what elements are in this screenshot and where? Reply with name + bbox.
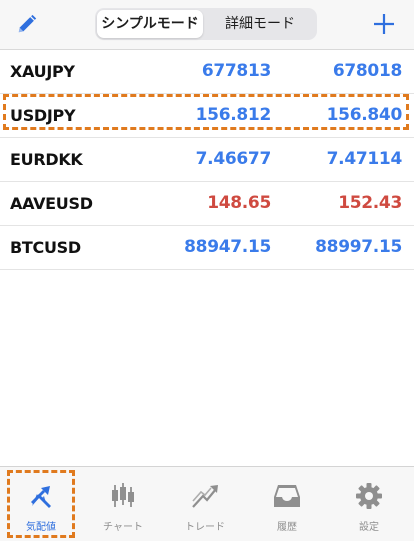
add-symbol-button[interactable]: [372, 12, 396, 36]
plus-icon: [374, 14, 394, 34]
history-icon: [274, 485, 300, 507]
quote-row-aaveusd[interactable]: AAVEUSD 148.65 152.43: [0, 182, 414, 226]
ask-price: 7.47114: [326, 149, 403, 169]
symbol-name: USDJPY: [10, 106, 76, 125]
tab-label: 履歴: [277, 522, 297, 533]
mode-segmented-control: シンプルモード 詳細モード: [95, 8, 317, 40]
gear-icon: [356, 483, 382, 509]
edit-button[interactable]: [16, 13, 38, 35]
bid-price: 156.812: [195, 105, 272, 125]
tab-label: 気配値: [26, 522, 56, 533]
symbol-name: XAUJPY: [10, 62, 75, 81]
simple-mode-tab[interactable]: シンプルモード: [97, 10, 203, 38]
ask-price: 156.840: [326, 105, 403, 125]
tab-settings[interactable]: 設定: [328, 467, 410, 541]
detail-mode-tab[interactable]: 詳細モード: [205, 10, 315, 38]
candlestick-icon: [112, 483, 134, 507]
tab-history[interactable]: 履歴: [246, 467, 328, 541]
symbol-name: AAVEUSD: [10, 194, 93, 213]
bottom-tab-bar: 気配値 チャート トレード 履歴 設定: [0, 466, 414, 541]
quote-list: XAUJPY 677813 678018 USDJPY 156.812 156.…: [0, 50, 414, 270]
bid-price: 88947.15: [184, 237, 271, 257]
tab-label: トレード: [185, 522, 225, 533]
quote-row-eurdkk[interactable]: EURDKK 7.46677 7.47114: [0, 138, 414, 182]
ask-price: 678018: [332, 61, 402, 81]
quote-row-usdjpy[interactable]: USDJPY 156.812 156.840: [0, 94, 414, 138]
trade-icon: [192, 485, 218, 508]
ask-price: 152.43: [338, 193, 402, 213]
pencil-icon: [18, 14, 37, 33]
quotes-icon: [31, 486, 51, 508]
top-bar: シンプルモード 詳細モード: [0, 0, 414, 50]
symbol-name: EURDKK: [10, 150, 83, 169]
tab-quotes[interactable]: 気配値: [0, 467, 82, 541]
quote-row-xaujpy[interactable]: XAUJPY 677813 678018: [0, 50, 414, 94]
quote-row-btcusd[interactable]: BTCUSD 88947.15 88997.15: [0, 226, 414, 270]
bid-price: 677813: [201, 61, 271, 81]
tab-chart[interactable]: チャート: [82, 467, 164, 541]
tab-label: 設定: [359, 522, 379, 533]
bid-price: 148.65: [207, 193, 271, 213]
tab-label: チャート: [103, 522, 143, 533]
bid-price: 7.46677: [195, 149, 272, 169]
tab-trade[interactable]: トレード: [164, 467, 246, 541]
ask-price: 88997.15: [315, 237, 402, 257]
symbol-name: BTCUSD: [10, 238, 81, 257]
